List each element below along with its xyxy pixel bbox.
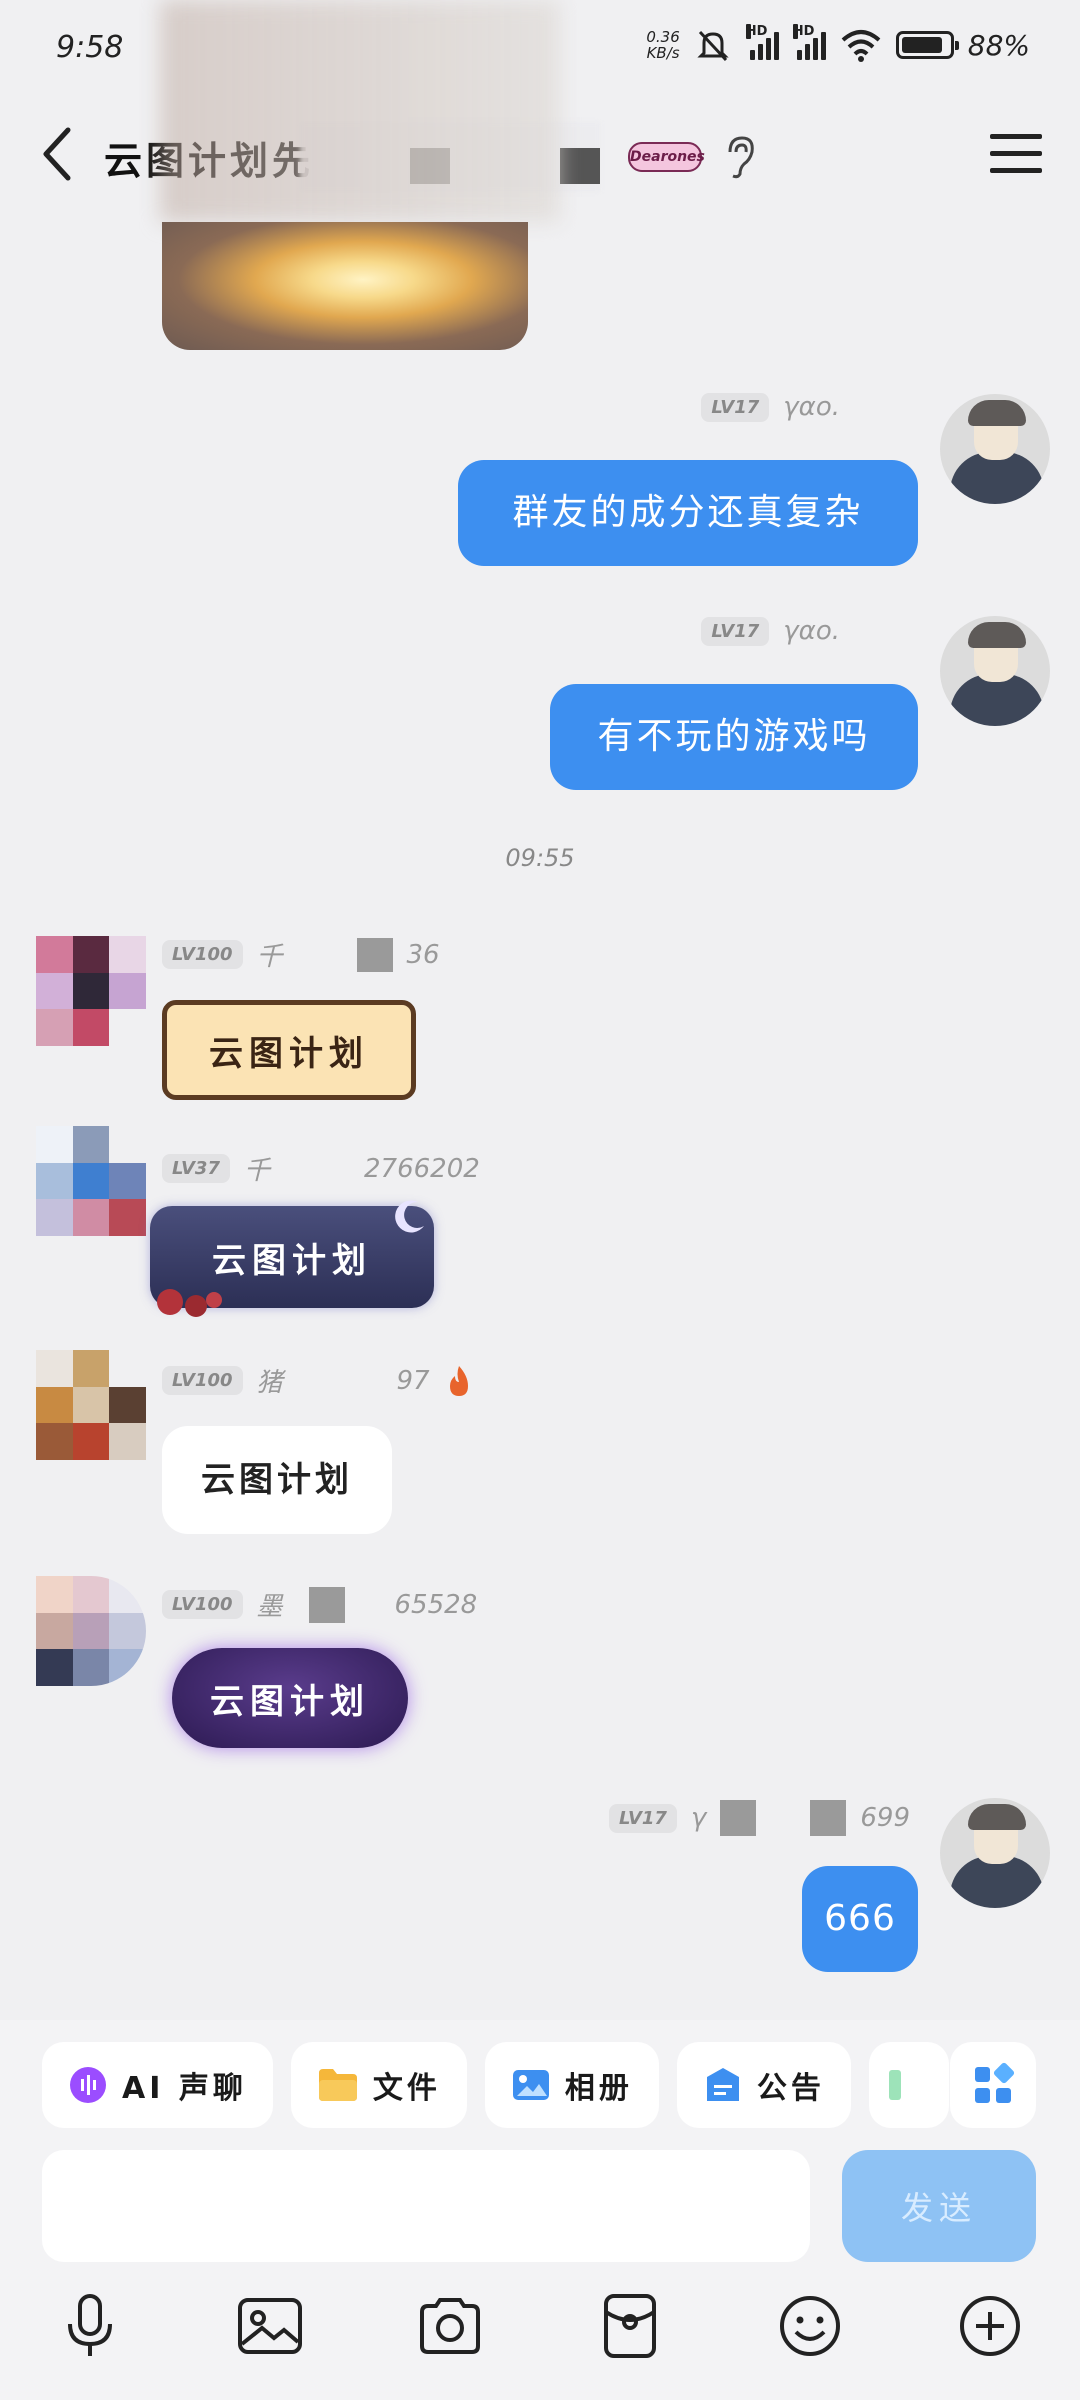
- sender-id-suffix: 65528: [394, 1589, 478, 1620]
- announcement-icon: [706, 2068, 739, 2101]
- dearones-badge: Dearones: [628, 142, 705, 172]
- rose-icon: [157, 1289, 222, 1317]
- emoji-icon[interactable]: [774, 2290, 846, 2362]
- quick-action-album[interactable]: 相册: [484, 2042, 659, 2128]
- camera-icon[interactable]: [414, 2290, 486, 2362]
- level-badge: LV17: [701, 392, 770, 422]
- message-bubble[interactable]: 云图计划: [162, 1426, 392, 1534]
- level-badge: LV17: [608, 1803, 677, 1833]
- wifi-icon: [841, 30, 881, 62]
- quick-action-more-partial[interactable]: [868, 2042, 949, 2128]
- message-input[interactable]: [42, 2150, 810, 2262]
- folder-icon: [318, 2069, 357, 2101]
- avatar[interactable]: [36, 1576, 146, 1686]
- moon-icon: [395, 1200, 424, 1233]
- level-badge: LV37: [162, 1154, 230, 1183]
- menu-button[interactable]: [990, 134, 1042, 176]
- message-bubble[interactable]: 有不玩的游戏吗: [550, 684, 918, 790]
- message-meta: LV100 墨 65528: [162, 1586, 477, 1623]
- quick-actions: AI 声聊 文件 相册 公告: [42, 2042, 949, 2128]
- avatar[interactable]: [940, 616, 1050, 726]
- sender-id-suffix: 699: [860, 1803, 910, 1833]
- send-button[interactable]: 发送: [842, 2150, 1036, 2262]
- album-icon: [512, 2070, 549, 2100]
- level-badge: LV100: [162, 1366, 243, 1395]
- redaction-mosaic: [560, 148, 600, 184]
- sender-name: γ: [690, 1803, 707, 1833]
- message-bubble[interactable]: 云图计划: [162, 1000, 416, 1100]
- sender-name: γαο.: [783, 616, 840, 646]
- apps-grid-icon: [975, 2062, 1015, 2103]
- avatar[interactable]: [36, 936, 146, 1046]
- sender-id-suffix: 97: [396, 1365, 430, 1396]
- message-meta: LV17 γαο.: [701, 616, 840, 646]
- blurred-image-top: [160, 0, 560, 222]
- sender-name: 猪: [256, 1368, 283, 1398]
- time-divider: 09:55: [505, 844, 575, 872]
- message-meta: LV17 γ 699: [608, 1800, 910, 1836]
- quick-action-announcement[interactable]: 公告: [676, 2042, 851, 2128]
- ear-icon[interactable]: [722, 134, 758, 180]
- sender-name: 墨: [256, 1592, 283, 1622]
- level-badge: LV17: [701, 616, 770, 646]
- cellular-signal-2-icon: HD: [792, 24, 826, 60]
- apps-button[interactable]: [950, 2042, 1036, 2128]
- level-badge: LV100: [162, 940, 243, 969]
- sender-id-suffix: 2766202: [364, 1153, 480, 1184]
- level-badge: LV100: [162, 1590, 243, 1619]
- message-bubble[interactable]: 云图计划: [172, 1648, 408, 1748]
- message-meta: LV100 千 36: [162, 936, 440, 973]
- quick-action-files[interactable]: 文件: [290, 2042, 467, 2128]
- message-bubble[interactable]: 666: [802, 1866, 918, 1972]
- message-meta: LV17 γαο.: [701, 392, 840, 422]
- avatar[interactable]: [36, 1350, 146, 1460]
- avatar[interactable]: [940, 1798, 1050, 1908]
- plus-icon[interactable]: [954, 2290, 1026, 2362]
- bottom-panel: AI 声聊 文件 相册 公告 发送: [0, 2020, 1080, 2400]
- battery-icon: [895, 31, 959, 59]
- cellular-signal-1-icon: HD: [745, 24, 779, 60]
- microphone-icon[interactable]: [54, 2290, 126, 2362]
- message-bubble[interactable]: 群友的成分还真复杂: [458, 460, 918, 566]
- back-button[interactable]: [34, 122, 84, 186]
- red-packet-icon[interactable]: [594, 2290, 666, 2362]
- sender-name: 千: [243, 1156, 270, 1186]
- input-toolbar: [0, 2290, 1080, 2390]
- status-time: 9:58: [56, 30, 124, 65]
- message-meta: LV100 猪 97: [162, 1362, 474, 1399]
- sender-name: 千: [256, 942, 283, 972]
- shared-image[interactable]: [162, 222, 528, 350]
- fire-icon: [449, 1365, 468, 1396]
- avatar[interactable]: [940, 394, 1050, 504]
- avatar[interactable]: [36, 1126, 146, 1236]
- battery-fill: [901, 37, 943, 53]
- sender-id-suffix: 36: [406, 939, 440, 970]
- quick-action-ai-voice[interactable]: AI 声聊: [42, 2042, 273, 2128]
- image-icon[interactable]: [234, 2290, 306, 2362]
- sender-name: γαο.: [783, 392, 840, 422]
- message-meta: LV37 千 2766202: [162, 1150, 480, 1187]
- ai-voice-icon: [70, 2067, 106, 2103]
- battery-percent: 88%: [967, 28, 1030, 62]
- network-speed: 0.36 KB/s: [646, 28, 680, 62]
- status-icons: 0.36 KB/s HD HD 88%: [646, 24, 1030, 64]
- mute-bell-icon: [697, 30, 729, 62]
